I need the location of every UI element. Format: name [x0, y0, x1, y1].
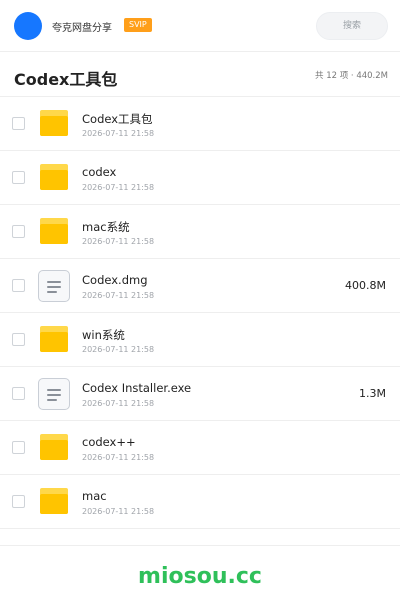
file-name[interactable]: mac系统: [82, 219, 130, 235]
file-name[interactable]: Codex.dmg: [82, 273, 148, 287]
file-name[interactable]: Codex工具包: [82, 111, 153, 127]
file-row[interactable]: codex++ 2026-07-11 21:58: [0, 421, 400, 475]
file-name[interactable]: win系统: [82, 327, 125, 343]
file-size: 1.3M: [359, 387, 386, 400]
file-size: 400.8M: [345, 279, 386, 292]
file-row[interactable]: Codex.dmg 2026-07-11 21:58 400.8M: [0, 259, 400, 313]
folder-icon: [38, 162, 70, 194]
file-icon: [38, 378, 70, 410]
username: 夸克网盘分享: [52, 23, 112, 34]
file-row[interactable]: codex 2026-07-11 21:58: [0, 151, 400, 205]
search-input[interactable]: 搜索: [316, 12, 388, 40]
file-date: 2026-07-11 21:58: [82, 345, 155, 354]
item-count-summary: 共 12 项 · 440.2M: [315, 71, 388, 81]
file-name[interactable]: codex++: [82, 435, 136, 449]
svip-badge: SVIP: [124, 18, 152, 32]
footer: miosou.cc: [0, 545, 400, 600]
file-icon: [38, 270, 70, 302]
select-checkbox[interactable]: [12, 387, 25, 400]
page-title: Codex工具包: [14, 70, 118, 89]
top-bar: 夸克网盘分享 SVIP 搜索: [0, 0, 400, 52]
folder-icon: [38, 432, 70, 464]
folder-icon: [38, 108, 70, 140]
file-name[interactable]: Codex Installer.exe: [82, 381, 191, 395]
folder-header: Codex工具包 共 12 项 · 440.2M: [0, 53, 400, 97]
file-date: 2026-07-11 21:58: [82, 291, 155, 300]
avatar[interactable]: [14, 12, 42, 40]
file-date: 2026-07-11 21:58: [82, 453, 155, 462]
file-row[interactable]: Codex工具包 2026-07-11 21:58: [0, 97, 400, 151]
folder-icon: [38, 486, 70, 518]
select-checkbox[interactable]: [12, 171, 25, 184]
select-checkbox[interactable]: [12, 495, 25, 508]
select-checkbox[interactable]: [12, 279, 25, 292]
file-date: 2026-07-11 21:58: [82, 507, 155, 516]
folder-icon: [38, 216, 70, 248]
select-checkbox[interactable]: [12, 225, 25, 238]
file-date: 2026-07-11 21:58: [82, 129, 155, 138]
file-name[interactable]: mac: [82, 489, 107, 503]
select-checkbox[interactable]: [12, 117, 25, 130]
brand-watermark: miosou.cc: [138, 564, 262, 589]
file-list: Codex工具包 2026-07-11 21:58 codex 2026-07-…: [0, 97, 400, 529]
file-row[interactable]: Codex Installer.exe 2026-07-11 21:58 1.3…: [0, 367, 400, 421]
select-checkbox[interactable]: [12, 441, 25, 454]
file-date: 2026-07-11 21:58: [82, 399, 155, 408]
file-date: 2026-07-11 21:58: [82, 183, 155, 192]
file-row[interactable]: mac 2026-07-11 21:58: [0, 475, 400, 529]
file-date: 2026-07-11 21:58: [82, 237, 155, 246]
select-checkbox[interactable]: [12, 333, 25, 346]
folder-icon: [38, 324, 70, 356]
file-name[interactable]: codex: [82, 165, 116, 179]
file-row[interactable]: win系统 2026-07-11 21:58: [0, 313, 400, 367]
file-row[interactable]: mac系统 2026-07-11 21:58: [0, 205, 400, 259]
